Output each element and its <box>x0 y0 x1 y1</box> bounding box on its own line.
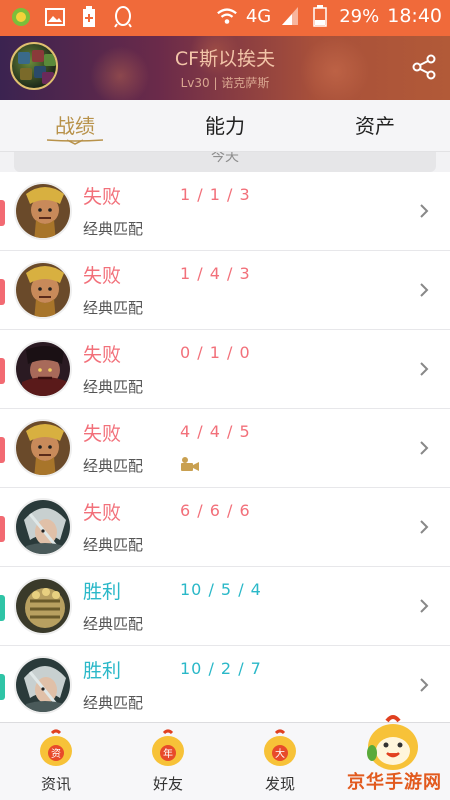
watermark: 京华手游网 <box>347 772 442 793</box>
player-level-server: Lv30 | 诺克萨斯 <box>180 76 270 90</box>
match-kda: 1 / 1 / 3 <box>180 185 251 204</box>
result-indicator <box>0 595 5 621</box>
chevron-right-icon <box>418 439 430 457</box>
chevron-right-icon <box>418 676 430 694</box>
nav-badge: 资 <box>51 748 61 760</box>
match-mode: 经典匹配 <box>83 220 144 238</box>
result-indicator <box>0 279 5 305</box>
chevron-right-icon <box>418 597 430 615</box>
match-mode: 经典匹配 <box>83 694 144 712</box>
result-indicator <box>0 358 5 384</box>
match-result: 失败 <box>83 265 122 287</box>
match-row[interactable]: 失败 1 / 4 / 3 经典匹配 <box>0 251 450 330</box>
nav-label: 好友 <box>152 775 183 793</box>
match-row[interactable]: 失败 1 / 1 / 3 经典匹配 <box>0 172 450 251</box>
match-kda: 4 / 4 / 5 <box>180 422 251 441</box>
match-kda: 1 / 4 / 3 <box>180 264 251 283</box>
chick-friends-icon: 年 <box>152 729 184 766</box>
match-kda: 6 / 6 / 6 <box>180 501 251 520</box>
match-mode: 经典匹配 <box>83 378 144 396</box>
signal-icon <box>279 5 301 27</box>
nav-label: 资讯 <box>40 775 71 793</box>
chick-discover-icon: 大 <box>264 729 296 766</box>
battery-plus-icon <box>78 6 100 28</box>
match-result: 失败 <box>83 502 122 524</box>
match-row[interactable]: 胜利 10 / 5 / 4 经典匹配 <box>0 567 450 646</box>
tab-label: 战绩 <box>55 114 95 138</box>
tab-label: 资产 <box>355 114 395 138</box>
battery-icon <box>309 5 331 27</box>
match-kda: 0 / 1 / 0 <box>180 343 251 362</box>
qq-icon <box>112 6 134 28</box>
date-separator: 今天 <box>14 152 436 172</box>
clock: 18:40 <box>387 5 442 27</box>
hero-avatar <box>14 577 72 635</box>
match-mode: 经典匹配 <box>83 457 144 475</box>
match-result: 胜利 <box>83 581 122 603</box>
player-name: CF斯以挨夫 <box>174 48 276 70</box>
tab-ability[interactable]: 能力 <box>150 100 300 151</box>
result-indicator <box>0 516 5 542</box>
nav-label: 发现 <box>264 775 295 793</box>
network-type: 4G <box>245 5 272 27</box>
tab-label: 能力 <box>205 114 245 138</box>
tab-record[interactable]: 战绩 <box>0 100 150 151</box>
tab-bar: 战绩 能力 资产 <box>0 100 450 152</box>
date-label: 今天 <box>211 152 239 165</box>
nav-badge: 年 <box>163 747 173 760</box>
match-list: 失败 1 / 1 / 3 经典匹配 失败 1 / 4 / 3 经典匹配 失败 0 / 1 / … <box>0 172 450 725</box>
chick-news-icon: 资 <box>40 729 72 766</box>
hero-avatar <box>14 419 72 477</box>
video-replay-icon[interactable] <box>180 456 200 472</box>
match-result: 胜利 <box>83 660 122 682</box>
gallery-icon <box>44 6 66 28</box>
match-kda: 10 / 2 / 7 <box>180 659 262 678</box>
wifi-icon <box>216 5 238 27</box>
chevron-right-icon <box>418 281 430 299</box>
profile-header: CF斯以挨夫 Lv30 | 诺克萨斯 <box>0 36 450 100</box>
chick-mascot-icon <box>367 715 418 770</box>
result-indicator <box>0 437 5 463</box>
hero-avatar <box>14 340 72 398</box>
match-mode: 经典匹配 <box>83 536 144 554</box>
result-indicator <box>0 200 5 226</box>
nav-discover[interactable]: 大 发现 <box>224 723 336 800</box>
share-icon[interactable] <box>410 53 438 81</box>
match-row[interactable]: 失败 0 / 1 / 0 经典匹配 <box>0 330 450 409</box>
chevron-right-icon <box>418 360 430 378</box>
hero-avatar <box>14 182 72 240</box>
match-result: 失败 <box>83 423 122 445</box>
status-bar: 4G 29% 18:40 <box>0 0 450 36</box>
match-row[interactable]: 失败 4 / 4 / 5 经典匹配 <box>0 409 450 488</box>
result-indicator <box>0 674 5 700</box>
hero-avatar <box>14 656 72 714</box>
match-row[interactable]: 失败 6 / 6 / 6 经典匹配 <box>0 488 450 567</box>
hero-avatar <box>14 261 72 319</box>
match-mode: 经典匹配 <box>83 615 144 633</box>
chevron-right-icon <box>418 518 430 536</box>
match-kda: 10 / 5 / 4 <box>180 580 262 599</box>
battery-percent: 29% <box>339 5 380 27</box>
match-result: 失败 <box>83 186 122 208</box>
hero-avatar <box>14 498 72 556</box>
nav-news[interactable]: 资 资讯 <box>0 723 112 800</box>
nav-badge: 大 <box>275 747 285 760</box>
chevron-right-icon <box>418 202 430 220</box>
match-result: 失败 <box>83 344 122 366</box>
match-mode: 经典匹配 <box>83 299 144 317</box>
app-icon <box>10 6 32 28</box>
tab-assets[interactable]: 资产 <box>300 100 450 151</box>
tab-active-indicator <box>47 139 103 145</box>
nav-friends[interactable]: 年 好友 <box>112 723 224 800</box>
